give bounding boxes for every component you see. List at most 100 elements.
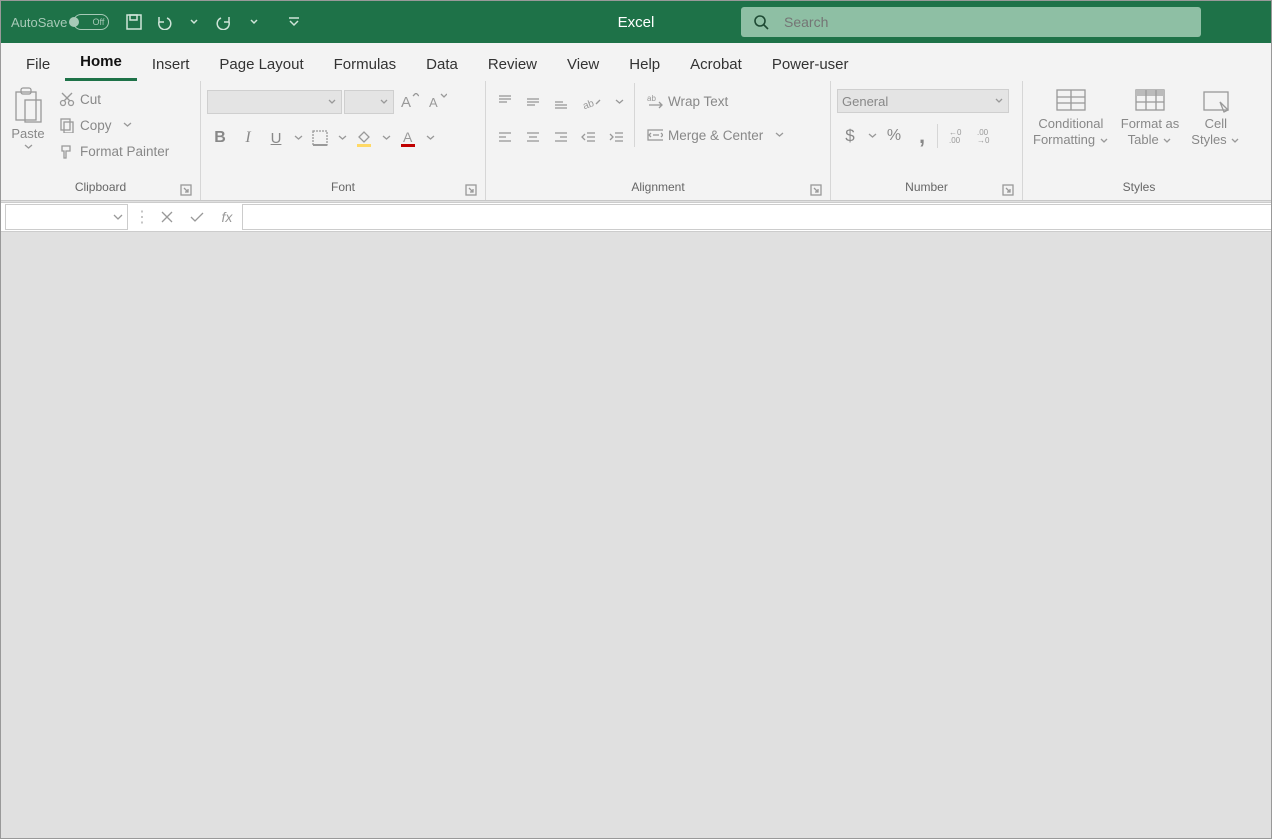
search-icon: [753, 14, 770, 31]
borders-button[interactable]: [307, 125, 333, 151]
font-color-button[interactable]: A: [395, 125, 421, 151]
align-top-button[interactable]: [492, 89, 518, 115]
search-box[interactable]: [741, 7, 1201, 37]
tab-formulas[interactable]: Formulas: [319, 48, 412, 81]
autosave-toggle[interactable]: AutoSave Off: [11, 14, 109, 30]
font-name-combo[interactable]: [207, 90, 342, 114]
tab-help[interactable]: Help: [614, 48, 675, 81]
cell-styles-button[interactable]: Cell Styles: [1187, 83, 1244, 150]
alignment-dialog-launcher[interactable]: [810, 184, 824, 198]
font-color-dropdown[interactable]: [423, 125, 437, 151]
chevron-down-icon: [113, 212, 123, 222]
align-middle-button[interactable]: [520, 89, 546, 115]
accounting-dropdown[interactable]: [865, 123, 879, 149]
group-label-number: Number: [905, 180, 948, 194]
chevron-down-icon: [774, 130, 784, 140]
app-title: Excel: [618, 14, 655, 31]
enter-formula-button[interactable]: [182, 210, 212, 224]
increase-indent-button[interactable]: [604, 125, 630, 151]
svg-text:ab: ab: [647, 94, 656, 103]
redo-button[interactable]: [213, 11, 235, 33]
tab-acrobat[interactable]: Acrobat: [675, 48, 757, 81]
tab-power-user[interactable]: Power-user: [757, 48, 864, 81]
cancel-formula-button[interactable]: [152, 210, 182, 224]
autosave-label: AutoSave: [11, 15, 67, 30]
shrink-font-icon: A: [427, 93, 447, 111]
merge-center-button[interactable]: Merge & Center: [641, 123, 790, 147]
align-bottom-button[interactable]: [548, 89, 574, 115]
customize-qat-button[interactable]: [283, 11, 305, 33]
fill-color-button[interactable]: [351, 125, 377, 151]
comma-button[interactable]: ,: [909, 123, 935, 149]
format-as-table-button[interactable]: Format as Table: [1117, 83, 1184, 150]
cond-fmt-l1: Conditional: [1038, 116, 1103, 132]
percent-button[interactable]: %: [881, 123, 907, 149]
chevron-down-icon: [379, 97, 389, 107]
decrease-indent-button[interactable]: [576, 125, 602, 151]
orientation-button[interactable]: ab: [576, 89, 610, 115]
table-icon: [1132, 86, 1168, 116]
decrease-decimal-button[interactable]: .00→0: [973, 123, 999, 149]
cut-label: Cut: [80, 92, 101, 107]
increase-decimal-button[interactable]: ←0.00: [945, 123, 971, 149]
undo-button[interactable]: [153, 11, 175, 33]
ribbon: Paste Cut Copy Format Painter Clipboard …: [1, 81, 1271, 201]
align-bottom-icon: [553, 94, 569, 110]
decrease-font-size-button[interactable]: A: [424, 89, 450, 115]
underline-dropdown[interactable]: [291, 125, 305, 151]
conditional-formatting-button[interactable]: Conditional Formatting: [1029, 83, 1113, 150]
fx-icon: fx: [222, 209, 233, 225]
align-top-icon: [497, 94, 513, 110]
grow-font-icon: A: [399, 93, 419, 111]
tab-review[interactable]: Review: [473, 48, 552, 81]
group-font: A A B I U A Font: [201, 81, 486, 200]
format-painter-button[interactable]: Format Painter: [53, 139, 175, 163]
orientation-dropdown[interactable]: [612, 89, 626, 115]
formula-input[interactable]: [242, 204, 1271, 230]
align-right-icon: [553, 130, 569, 146]
underline-button[interactable]: U: [263, 125, 289, 151]
x-icon: [160, 210, 174, 224]
paste-button[interactable]: Paste: [7, 83, 49, 155]
wrap-text-button[interactable]: abWrap Text: [641, 89, 790, 113]
tab-view[interactable]: View: [552, 48, 614, 81]
group-clipboard: Paste Cut Copy Format Painter Clipboard: [1, 81, 201, 200]
cut-button[interactable]: Cut: [53, 87, 175, 111]
copy-button[interactable]: Copy: [53, 113, 175, 137]
bold-button[interactable]: B: [207, 125, 233, 151]
accounting-format-button[interactable]: $: [837, 123, 863, 149]
fill-bucket-icon: [355, 129, 373, 147]
tab-home[interactable]: Home: [65, 45, 137, 81]
tab-page-layout[interactable]: Page Layout: [204, 48, 318, 81]
redo-dropdown[interactable]: [243, 11, 265, 33]
number-dialog-launcher[interactable]: [1002, 184, 1016, 198]
group-styles: Conditional Formatting Format as Table C…: [1023, 81, 1255, 200]
fill-color-dropdown[interactable]: [379, 125, 393, 151]
undo-dropdown[interactable]: [183, 11, 205, 33]
borders-dropdown[interactable]: [335, 125, 349, 151]
number-format-combo[interactable]: General: [837, 89, 1009, 113]
tab-data[interactable]: Data: [411, 48, 473, 81]
font-size-combo[interactable]: [344, 90, 394, 114]
align-center-button[interactable]: [520, 125, 546, 151]
separator: ⋮: [132, 207, 152, 227]
decrease-decimal-icon: .00→0: [975, 127, 997, 145]
tab-insert[interactable]: Insert: [137, 48, 205, 81]
font-dialog-launcher[interactable]: [465, 184, 479, 198]
increase-font-size-button[interactable]: A: [396, 89, 422, 115]
cell-styles-l2: Styles: [1191, 132, 1226, 147]
name-box[interactable]: [5, 204, 128, 230]
svg-text:ab: ab: [582, 98, 596, 110]
search-input[interactable]: [784, 14, 1189, 30]
insert-function-button[interactable]: fx: [212, 209, 242, 225]
svg-text:A: A: [403, 129, 413, 145]
save-button[interactable]: [123, 11, 145, 33]
align-right-button[interactable]: [548, 125, 574, 151]
tab-file[interactable]: File: [11, 48, 65, 81]
italic-button[interactable]: I: [235, 125, 261, 151]
align-left-button[interactable]: [492, 125, 518, 151]
chevron-down-icon: [294, 135, 303, 141]
clipboard-dialog-launcher[interactable]: [180, 184, 194, 198]
group-label-alignment: Alignment: [631, 180, 684, 194]
chevron-down-icon: [338, 135, 347, 141]
